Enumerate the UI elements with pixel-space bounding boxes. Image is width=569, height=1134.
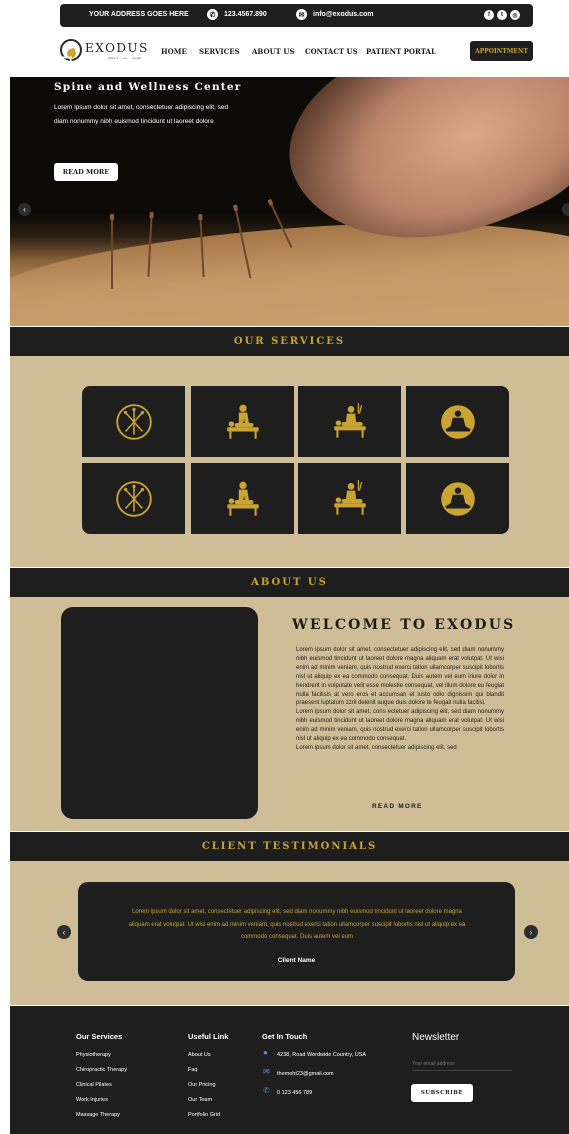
footer-service-link[interactable]: Massage Therapy: [76, 1112, 120, 1118]
subscribe-button[interactable]: SUBSCRIBE: [411, 1084, 473, 1102]
service-tile-acupuncture[interactable]: [82, 386, 185, 457]
about-image: [61, 607, 258, 819]
nav-item-contact-us[interactable]: CONTACT US: [305, 47, 358, 56]
testimonial-client-name: Client Name: [277, 957, 316, 964]
massage-therapy-icon: [226, 404, 259, 439]
footer-service-link[interactable]: Physiotherapy: [76, 1052, 111, 1058]
top-bar: YOUR ADDRESS GOES HERE ✆ 123.4567.890 ✉ …: [60, 4, 533, 27]
instagram-icon[interactable]: ◎: [510, 10, 520, 20]
phone-icon: ✆: [263, 1086, 270, 1095]
meditation-icon: [440, 404, 475, 439]
facebook-icon[interactable]: f: [484, 10, 494, 20]
hero-read-more-button[interactable]: READ MORE: [54, 163, 118, 181]
nav-item-patient-portal[interactable]: PATIENT PORTAL: [366, 47, 436, 56]
footer-useful-link[interactable]: About Us: [188, 1052, 211, 1058]
chevron-right-icon[interactable]: ›: [524, 925, 538, 939]
footer-services-heading: Our Services: [76, 1032, 123, 1041]
mail-icon: ✉: [296, 9, 307, 20]
footer-contact-heading: Get In Touch: [262, 1032, 308, 1041]
service-tile-massage[interactable]: [191, 463, 294, 534]
footer-useful-link[interactable]: Our Pricing: [188, 1082, 216, 1088]
footer-service-link[interactable]: Work Injuries: [76, 1097, 108, 1103]
nav-item-about-us[interactable]: ABOUT US: [252, 47, 295, 56]
chevron-left-icon[interactable]: ‹: [18, 203, 31, 216]
chevron-right-icon[interactable]: [562, 203, 569, 216]
email-link[interactable]: ✉ info@exodus.com: [296, 9, 374, 20]
newsletter-heading: Newsletter: [412, 1032, 460, 1043]
footer-address: 4238, Road Wordwide Country, USA: [277, 1052, 367, 1058]
footer-useful-link[interactable]: Portfolio Grid: [188, 1112, 220, 1118]
service-tile-meditation[interactable]: [406, 463, 509, 534]
hero-title: E·X·O·D·U·S: [54, 52, 231, 81]
service-tile-acupuncture[interactable]: [82, 463, 185, 534]
location-pin-icon: ●: [263, 1048, 268, 1057]
service-tile-chiropractic[interactable]: [298, 386, 401, 457]
about-heading: ABOUT US: [10, 568, 569, 597]
about-read-more-link[interactable]: READ MORE: [372, 803, 423, 810]
mail-icon: ✉: [263, 1067, 270, 1076]
newsletter-email-input[interactable]: [412, 1057, 512, 1071]
footer-email[interactable]: themeht23@gmail.com: [277, 1071, 334, 1077]
testimonials-heading: CLIENT TESTIMONIALS: [10, 832, 569, 861]
appointment-button[interactable]: APPOINTMENT: [470, 41, 533, 61]
phone-link[interactable]: ✆ 123.4567.890: [207, 9, 267, 20]
footer-phone[interactable]: 0 123 456 789: [277, 1090, 312, 1096]
footer-useful-link[interactable]: Our Team: [188, 1097, 212, 1103]
service-tile-meditation[interactable]: [406, 386, 509, 457]
social-links: f t ◎: [484, 10, 520, 20]
footer-links-heading: Useful Link: [188, 1032, 229, 1041]
phone-icon: ✆: [207, 9, 218, 20]
chevron-left-icon[interactable]: ‹: [57, 925, 71, 939]
acupuncture-icon: [115, 403, 152, 440]
service-tile-chiropractic[interactable]: [298, 463, 401, 534]
testimonial-quote: Lorem ipsum dolor sit amet, consectetuer…: [128, 909, 466, 941]
footer-service-link[interactable]: Chiropractic Therapy: [76, 1067, 127, 1073]
about-text: Lorem ipsum dolor sit amet, consectetuer…: [296, 647, 504, 751]
footer-service-link[interactable]: Clinical Pilates: [76, 1082, 112, 1088]
chiropractic-icon: [333, 479, 366, 515]
hero-subtitle: Spine and Wellness Center: [54, 81, 242, 93]
about-title: WELCOME TO EXODUS: [292, 617, 516, 633]
meditation-icon: [440, 481, 475, 516]
footer-useful-link[interactable]: Faq: [188, 1067, 197, 1073]
chiropractic-icon: [333, 402, 366, 438]
email-text: info@exodus.com: [313, 11, 374, 18]
services-heading: OUR SERVICES: [10, 327, 569, 356]
address-text: YOUR ADDRESS GOES HERE: [89, 11, 189, 18]
phone-text: 123.4567.890: [224, 11, 267, 18]
massage-therapy-icon: [226, 481, 259, 516]
hero-needle: [109, 214, 113, 289]
service-tile-massage[interactable]: [191, 386, 294, 457]
hero-text: Lorem ipsum dolor sit amet, consectetuer…: [54, 104, 229, 125]
acupuncture-icon: [115, 480, 152, 517]
twitter-icon[interactable]: t: [497, 10, 507, 20]
